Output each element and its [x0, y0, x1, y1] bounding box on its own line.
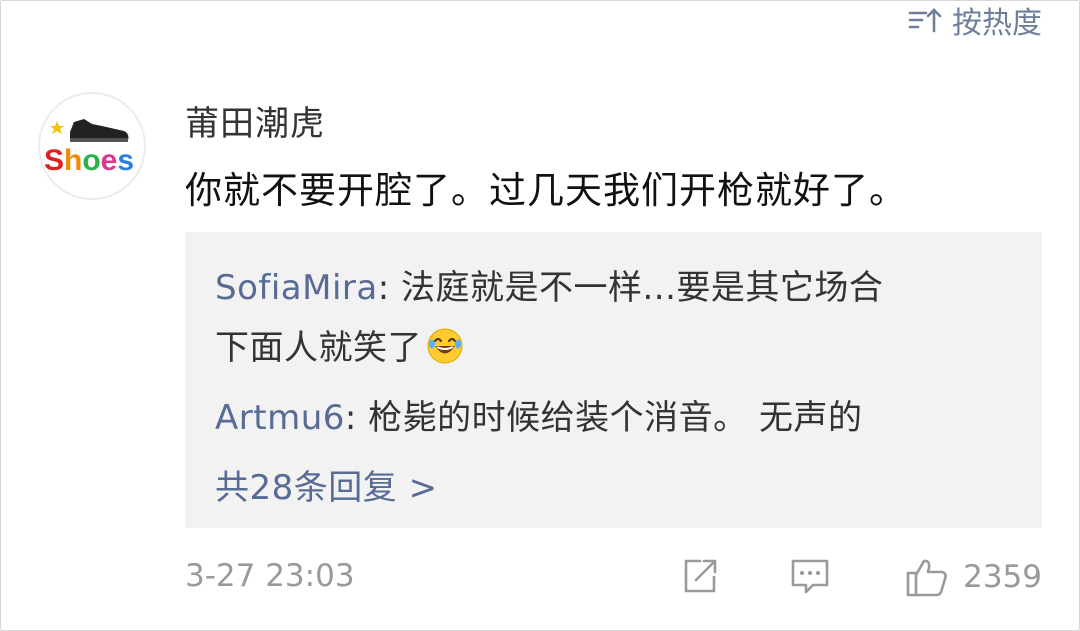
sort-label: 按热度 — [952, 6, 1042, 41]
reply-item: SofiaMira: 法庭就是不一样...要是其它场合 — [215, 268, 884, 308]
laugh-cry-emoji-icon — [426, 327, 464, 374]
like-button[interactable]: 2359 — [905, 556, 1042, 598]
svg-text:Shoes: Shoes — [44, 144, 134, 177]
comment-timestamp: 3-27 23:03 — [185, 558, 355, 594]
reply-item: Artmu6: 枪毙的时候给装个消音。 无声的 — [215, 398, 863, 438]
reply-text: 下面人就笑了 — [215, 328, 422, 368]
sort-icon — [908, 7, 942, 33]
avatar[interactable]: Shoes — [38, 92, 146, 200]
share-button[interactable] — [680, 556, 720, 596]
shoe-logo-icon: Shoes — [44, 119, 134, 177]
reply-username[interactable]: Artmu6 — [215, 398, 345, 438]
comment-text: 你就不要开腔了。过几天我们开枪就好了。 — [185, 169, 907, 212]
share-icon — [684, 559, 717, 593]
thumbs-up-icon — [906, 559, 947, 597]
replies-box[interactable]: SofiaMira: 法庭就是不一样...要是其它场合 下面人就笑了 Artmu… — [185, 232, 1042, 528]
reply-username[interactable]: SofiaMira — [215, 268, 378, 308]
comment-footer: 3-27 23:03 2359 — [185, 558, 1042, 598]
sort-toggle[interactable]: 按热度 — [908, 0, 1042, 41]
reply-text: 枪毙的时候给装个消音。 无声的 — [368, 398, 863, 438]
comment-username[interactable]: 莆田潮虎 — [185, 96, 325, 145]
reply-item-continued: 下面人就笑了 — [215, 320, 464, 374]
like-count: 2359 — [963, 559, 1042, 595]
comment-icon — [791, 559, 829, 594]
comment-button[interactable] — [789, 556, 831, 596]
reply-text: 法庭就是不一样...要是其它场合 — [401, 268, 884, 308]
more-replies-link[interactable]: 共28条回复 > — [215, 460, 438, 509]
